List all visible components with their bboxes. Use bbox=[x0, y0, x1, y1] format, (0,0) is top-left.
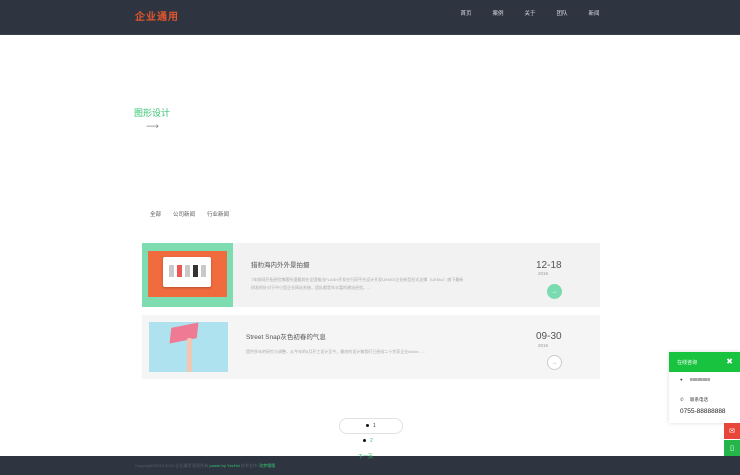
tab-all[interactable]: 全部 bbox=[150, 210, 161, 218]
phone-number: 0755-88888888 bbox=[680, 408, 726, 415]
arrow-right-icon[interactable]: → bbox=[547, 355, 562, 370]
top-navbar: 企业通用 首页 案例 关于 团队 新闻 bbox=[0, 0, 740, 35]
section-title: 图形设计 bbox=[134, 108, 171, 118]
online-consult-panel: 在线咨询 ✖ ● 88888888 ✆ 联系电话 0755-88888888 bbox=[669, 352, 740, 423]
category-tabs: 全部 公司新闻 行业新闻 bbox=[150, 210, 229, 218]
tablet-illustration bbox=[163, 257, 211, 287]
thumbnail-image bbox=[148, 251, 227, 297]
news-year: 2016 bbox=[538, 343, 549, 348]
news-date: 12-18 bbox=[536, 260, 562, 271]
main-nav: 首页 案例 关于 团队 新闻 bbox=[450, 9, 610, 17]
news-thumbnail[interactable] bbox=[149, 322, 228, 372]
mobile-icon[interactable]: ▯ bbox=[724, 440, 740, 456]
page-2[interactable]: 2 bbox=[363, 438, 373, 444]
nav-item-news[interactable]: 新闻 bbox=[578, 9, 610, 17]
arrow-right-icon[interactable]: → bbox=[547, 284, 562, 299]
qq-icon: ● bbox=[680, 377, 683, 382]
nav-item-cases[interactable]: 案例 bbox=[482, 9, 514, 17]
footer: 下一页 Copyright©2015-2020 企业通用 版权所有 power … bbox=[0, 453, 740, 475]
news-item[interactable]: 猎豹海内外外景拍摄 7年前网开拓经验博客所遵循其在全国推出FLASH开发在行同平… bbox=[142, 243, 600, 307]
close-icon[interactable]: ✖ bbox=[726, 357, 733, 366]
news-excerpt: 提供多年的研究与调整，从今年的5月开工设计至今，最终的设计稿我们已经成二十余家企… bbox=[246, 349, 425, 354]
qq-contact[interactable]: ● 88888888 bbox=[680, 377, 710, 382]
phone-contact: ✆ 联系电话 bbox=[680, 397, 708, 402]
nav-item-team[interactable]: 团队 bbox=[546, 9, 578, 17]
nav-item-home[interactable]: 首页 bbox=[450, 9, 482, 17]
next-page-link[interactable]: 下一页 bbox=[358, 453, 373, 460]
nav-item-about[interactable]: 关于 bbox=[514, 9, 546, 17]
tab-company-news[interactable]: 公司新闻 bbox=[173, 210, 195, 218]
consult-title: 在线咨询 bbox=[677, 360, 698, 366]
thumbnail-image bbox=[169, 322, 199, 344]
page-1[interactable]: 1 bbox=[366, 423, 376, 429]
site-logo[interactable]: 企业通用 bbox=[135, 8, 179, 23]
news-excerpt: 7年前网开拓经验博客所遵循其在全国推出FLASH开发在行同平台设计开发UEMOI… bbox=[251, 277, 464, 290]
news-title[interactable]: Street Snap灰色初春的气息 bbox=[246, 331, 326, 341]
weibo-icon[interactable]: ✉ bbox=[724, 423, 740, 439]
copyright: Copyright©2015-2020 企业通用 版权所有 power by Y… bbox=[135, 463, 276, 468]
news-item[interactable]: Street Snap灰色初春的气息 提供多年的研究与调整，从今年的5月开工设计… bbox=[142, 315, 600, 379]
news-thumbnail[interactable] bbox=[142, 243, 233, 307]
news-date: 09-30 bbox=[536, 331, 562, 342]
news-year: 2016 bbox=[538, 271, 549, 276]
tab-industry-news[interactable]: 行业新闻 bbox=[207, 210, 229, 218]
arrow-right-icon: ⟶ bbox=[146, 121, 159, 131]
phone-icon: ✆ bbox=[680, 397, 684, 402]
news-title[interactable]: 猎豹海内外外景拍摄 bbox=[251, 259, 310, 269]
consult-header: 在线咨询 ✖ bbox=[669, 352, 740, 372]
